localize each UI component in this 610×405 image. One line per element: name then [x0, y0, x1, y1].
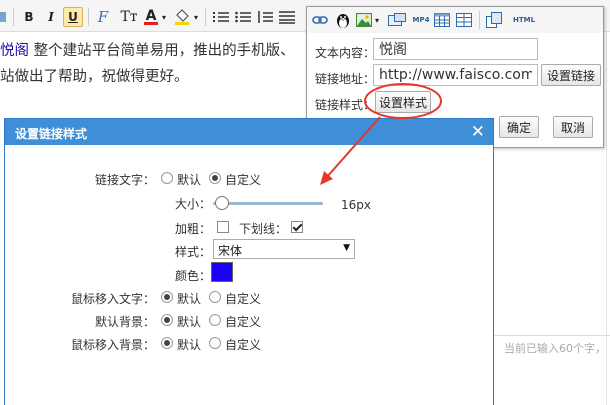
html-source-button[interactable]: HTML — [511, 10, 537, 30]
toolbar-divider — [479, 11, 480, 29]
size-slider-thumb[interactable] — [214, 196, 229, 210]
color-swatch[interactable] — [211, 262, 233, 282]
ordered-list-button[interactable] — [212, 7, 230, 27]
unordered-list-button[interactable] — [234, 7, 252, 27]
hover-bg-default-label[interactable]: 默认 — [177, 336, 201, 353]
copy-button[interactable] — [485, 10, 503, 30]
link-icon — [312, 16, 328, 24]
set-style-button[interactable]: 设置样式 — [375, 91, 431, 113]
color-label: 颜色： — [174, 269, 211, 283]
default-bg-custom-label[interactable]: 自定义 — [225, 313, 261, 330]
style-label: 样式： — [174, 245, 211, 259]
line-height-button[interactable] — [256, 7, 274, 27]
link-button[interactable] — [310, 10, 330, 30]
default-bg-label: 默认背景： — [94, 315, 155, 329]
link-text-label: 链接文字： — [94, 173, 155, 187]
layout-button[interactable] — [455, 10, 473, 30]
dialog-header: 设置链接样式 ✕ — [5, 119, 493, 145]
link-url-input[interactable] — [373, 64, 538, 86]
ok-button[interactable]: 确定 — [499, 116, 539, 138]
font-family-value: 宋体 — [218, 244, 243, 258]
toolbar-divider — [88, 8, 89, 26]
default-bg-default-radio[interactable] — [161, 314, 173, 326]
font-family-select[interactable]: 宋体 ▼ — [213, 239, 355, 259]
align-justify-icon — [279, 11, 295, 24]
text-content-input[interactable] — [373, 38, 538, 60]
line-height-icon — [258, 11, 273, 23]
bold-button[interactable]: B — [20, 7, 38, 27]
clear-format-button[interactable]: F — [94, 7, 112, 27]
mp4-button[interactable]: MP4 — [411, 10, 431, 30]
chevron-down-icon[interactable]: ▾ — [160, 7, 168, 27]
font-color-bar — [144, 21, 158, 25]
link-style-dialog: 设置链接样式 ✕ 链接文字： 默认 自定义 大小： 16px 加粗： 下划线： … — [4, 118, 494, 405]
screenshot-button[interactable] — [387, 10, 407, 30]
image-icon — [356, 13, 372, 27]
italic-button[interactable]: I — [42, 7, 60, 27]
underline-checkbox[interactable] — [291, 221, 303, 233]
set-link-button[interactable]: 设置链接 — [541, 64, 601, 86]
editor-content[interactable]: 悦阁 整个建站平台简单易用，推出的手机版、 站做出了帮助，祝做得更好。 — [0, 38, 320, 90]
font-color-button[interactable]: A — [142, 7, 160, 27]
editor-text-run: 整个建站平台简单易用，推出的手机版、 — [29, 43, 295, 59]
link-text-custom-label[interactable]: 自定义 — [225, 171, 261, 188]
editor-line: 悦阁 整个建站平台简单易用，推出的手机版、 — [0, 38, 320, 64]
underline-label: 下划线： — [239, 222, 288, 236]
hover-bg-default-radio[interactable] — [161, 337, 173, 349]
font-color-letter: A — [145, 7, 157, 24]
size-slider-track[interactable] — [213, 202, 323, 205]
cancel-button[interactable]: 取消 — [553, 116, 593, 138]
text-content-label: 文本内容： — [315, 46, 376, 60]
unordered-list-icon — [235, 11, 251, 23]
layout-grid-icon — [456, 13, 472, 27]
toolbar-overflow-icon[interactable] — [0, 7, 8, 27]
toolbar-divider — [13, 8, 14, 26]
paint-bucket-icon — [175, 9, 189, 25]
table-button[interactable] — [433, 10, 451, 30]
highlight-color-button[interactable] — [172, 7, 192, 27]
ordered-list-icon — [213, 12, 229, 22]
default-bg-custom-radio[interactable] — [209, 314, 221, 326]
hover-text-custom-radio[interactable] — [209, 291, 221, 303]
editor-link-text[interactable]: 悦阁 — [0, 43, 29, 59]
bold-label: 加粗： — [174, 222, 211, 236]
default-bg-default-label[interactable]: 默认 — [177, 313, 201, 330]
hover-text-default-radio[interactable] — [161, 291, 173, 303]
link-text-default-radio[interactable] — [161, 172, 173, 184]
table-icon — [434, 13, 450, 27]
hover-text-default-label[interactable]: 默认 — [177, 290, 201, 307]
underline-button[interactable]: U — [63, 7, 83, 27]
chevron-down-icon: ▼ — [343, 243, 350, 253]
size-value: 16px — [341, 198, 371, 212]
hover-text-custom-label[interactable]: 自定义 — [225, 290, 261, 307]
link-style-label: 链接样式： — [315, 98, 376, 112]
font-size-button[interactable]: Tт — [118, 7, 140, 27]
chevron-down-icon[interactable]: ▾ — [192, 7, 200, 27]
size-label: 大小： — [174, 197, 211, 211]
image-button[interactable] — [355, 10, 373, 30]
hover-bg-label: 鼠标移入背景： — [70, 338, 155, 352]
hover-text-label: 鼠标移入文字： — [70, 292, 155, 306]
bold-checkbox[interactable] — [217, 221, 229, 233]
emoji-button[interactable] — [333, 10, 353, 30]
copy-icon — [486, 12, 502, 28]
chevron-down-icon[interactable]: ▾ — [373, 10, 381, 30]
penguin-icon — [337, 14, 349, 28]
dialog-title: 设置链接样式 — [15, 127, 88, 141]
link-url-label: 链接地址： — [315, 72, 376, 86]
hover-bg-custom-radio[interactable] — [209, 337, 221, 349]
word-count-status: 当前已输入60个字， — [494, 335, 610, 357]
link-text-default-label[interactable]: 默认 — [177, 171, 201, 188]
popup-toolbar: ▾ MP4 HTML — [307, 7, 603, 33]
hover-bg-custom-label[interactable]: 自定义 — [225, 336, 261, 353]
align-button[interactable] — [278, 7, 296, 27]
toolbar-divider — [205, 8, 206, 26]
link-text-custom-radio[interactable] — [209, 172, 221, 184]
editor-line: 站做出了帮助，祝做得更好。 — [0, 69, 189, 85]
close-icon[interactable]: ✕ — [471, 122, 485, 142]
screenshot-icon — [388, 13, 406, 26]
